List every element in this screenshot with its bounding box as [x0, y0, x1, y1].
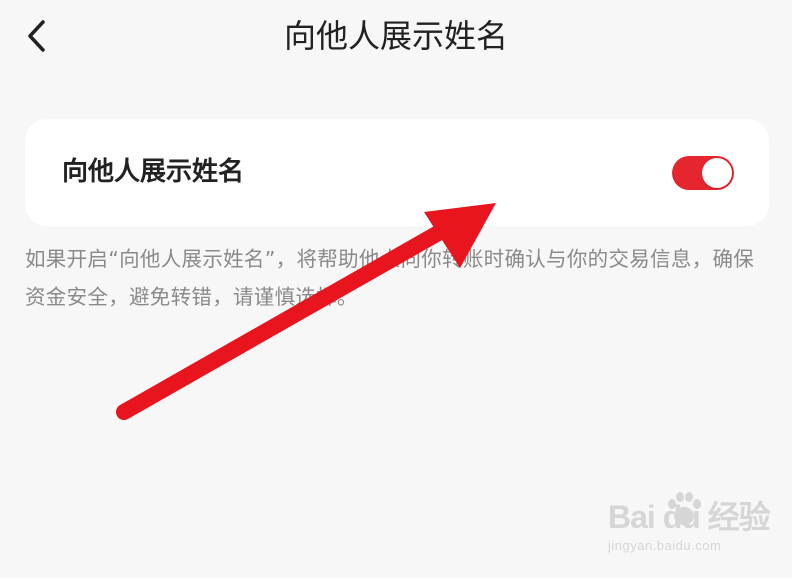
setting-description: 如果开启“向他人展示姓名”，将帮助他人向你转账时确认与你的交易信息，确保资金安全…: [25, 247, 755, 309]
page-title: 向他人展示姓名: [283, 17, 508, 55]
nav-bar: 向他人展示姓名: [0, 0, 792, 72]
watermark-url: jingyan.baidu.com: [608, 538, 722, 553]
paw-icon: [668, 492, 701, 525]
baidu-jingyan-watermark: Bai du 经验 jingyan.baidu.com: [600, 492, 771, 564]
toggle-knob: [702, 158, 732, 188]
setting-card: 向他人展示姓名: [25, 119, 769, 226]
show-name-toggle[interactable]: [672, 156, 734, 190]
show-name-label: 向他人展示姓名: [62, 157, 245, 187]
